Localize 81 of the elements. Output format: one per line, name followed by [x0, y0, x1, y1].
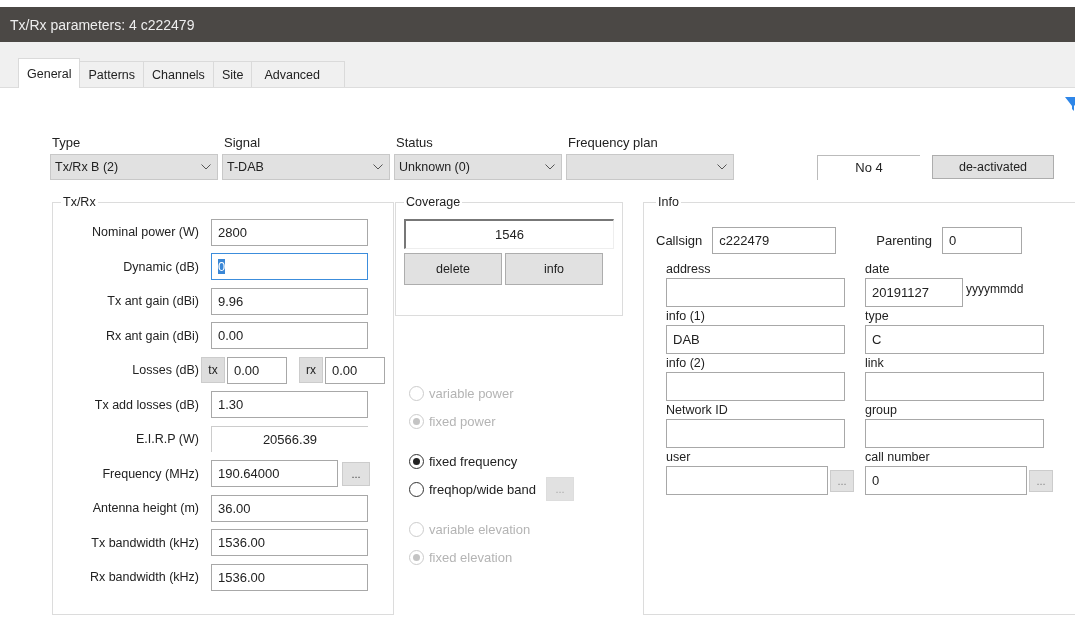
field-label: Tx bandwidth (kHz) — [90, 535, 200, 550]
option-label: variable power — [429, 385, 514, 401]
field-label: Antenna height (m) — [91, 501, 200, 516]
input-field[interactable]: 0 — [211, 253, 368, 281]
tab[interactable]: General — [18, 58, 81, 88]
input-field[interactable]: 0.00 — [325, 356, 385, 384]
option-label: fixed frequency — [429, 453, 518, 469]
input-field[interactable]: c222479 — [712, 227, 837, 254]
field-label: Dynamic (dB) — [122, 259, 200, 274]
input-field[interactable] — [666, 372, 845, 401]
input-field[interactable]: 0.00 — [227, 356, 287, 384]
field-label: Callsign — [656, 233, 703, 248]
field-label: call number — [865, 450, 931, 466]
selector-label: Signal — [224, 135, 261, 150]
field-label: info (1) — [666, 309, 706, 325]
input-field[interactable]: 190.64000 — [211, 460, 338, 488]
group-title: Tx/Rx — [62, 195, 97, 209]
deactivate-button[interactable]: de-activated — [932, 155, 1054, 179]
more-button[interactable]: ... — [342, 461, 370, 486]
chevron-down-icon — [373, 164, 383, 170]
input-field[interactable] — [666, 278, 845, 307]
option-label: freqhop/wide band — [429, 481, 536, 497]
dropdown[interactable] — [566, 154, 734, 180]
selector-label: Type — [52, 135, 81, 150]
selector-label: Status — [396, 135, 433, 150]
format-hint: yyyymmdd — [966, 282, 1024, 296]
field-label: Nominal power (W) — [91, 225, 200, 240]
input-field[interactable]: 1.30 — [211, 391, 368, 419]
group-title: Info — [657, 195, 680, 209]
chevron-down-icon — [717, 164, 727, 170]
radio-button[interactable] — [409, 453, 424, 469]
option-label: variable elevation — [429, 521, 531, 537]
field-label: Rx bandwidth (kHz) — [88, 570, 200, 585]
field-label: Tx ant gain (dBi) — [106, 294, 200, 309]
dropdown[interactable]: Tx/Rx B (2) — [50, 154, 218, 180]
field-label: Network ID — [666, 403, 729, 419]
window-title: Tx/Rx parameters: 4 c222479 — [0, 7, 1075, 42]
radio-button[interactable] — [409, 481, 424, 497]
field-label: info (2) — [666, 356, 706, 372]
field-label: type — [865, 309, 890, 325]
option-label: fixed elevation — [429, 549, 513, 565]
option-label: fixed power — [429, 413, 496, 429]
input-field[interactable] — [865, 372, 1044, 401]
field-label: Frequency (MHz) — [101, 466, 200, 481]
input-field[interactable]: 1536.00 — [211, 563, 368, 591]
readout-value: 20566.39 — [211, 426, 368, 453]
field-label: Parenting — [876, 233, 932, 248]
field-label: user — [666, 450, 692, 466]
input-field[interactable]: 20191127 — [865, 278, 963, 307]
input-field[interactable]: 1536.00 — [211, 529, 368, 557]
field-label: Rx ant gain (dBi) — [104, 328, 200, 343]
coverage-button[interactable]: delete — [404, 253, 502, 285]
field-label: group — [865, 403, 898, 419]
coverage-value: 1546 — [404, 219, 614, 249]
input-field[interactable]: 36.00 — [211, 494, 368, 522]
selector-label: Frequency plan — [568, 135, 658, 150]
dropdown[interactable]: T-DAB — [222, 154, 390, 180]
field-label: address — [666, 262, 712, 278]
input-field[interactable]: 2800 — [211, 218, 368, 246]
dropdown[interactable]: Unknown (0) — [394, 154, 562, 180]
rx-button[interactable]: rx — [299, 357, 323, 384]
chevron-down-icon — [201, 164, 211, 170]
field-label: E.I.R.P (W) — [135, 432, 200, 447]
group-title: Coverage — [405, 195, 462, 209]
field-label: Tx add losses (dB) — [93, 397, 200, 412]
input-field[interactable] — [865, 419, 1044, 448]
input-field[interactable]: C — [865, 325, 1044, 354]
number-field: No 4 — [817, 154, 920, 180]
tx-button[interactable]: tx — [201, 357, 225, 384]
field-label: date — [865, 262, 891, 278]
input-field[interactable]: 0.00 — [211, 322, 368, 350]
input-field[interactable]: 0 — [941, 227, 1022, 254]
coverage-button[interactable]: info — [505, 253, 603, 285]
tab[interactable]: Advanced — [251, 61, 346, 87]
field-label: link — [865, 356, 885, 372]
input-field[interactable]: 0 — [865, 466, 1027, 495]
input-field[interactable] — [666, 466, 828, 495]
input-field[interactable] — [666, 419, 845, 448]
chevron-down-icon — [545, 164, 555, 170]
input-field[interactable]: DAB — [666, 325, 845, 354]
input-field[interactable]: 9.96 — [211, 287, 368, 315]
